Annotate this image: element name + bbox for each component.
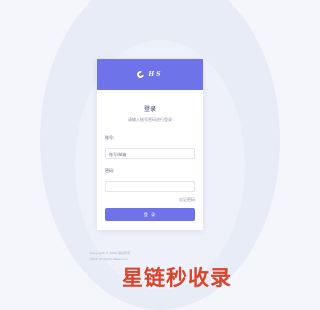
account-input[interactable] bbox=[105, 147, 195, 159]
card-header: HS bbox=[97, 59, 203, 90]
forgot-password-link[interactable]: 忘记密码 bbox=[97, 197, 195, 203]
logo-icon bbox=[136, 69, 146, 80]
logo-text: HS bbox=[148, 71, 163, 78]
footer: Copyright © 2020 版权所有 2020 All Rights Re… bbox=[90, 250, 210, 262]
account-label: 账号: bbox=[105, 135, 115, 140]
login-card: HS 登录 请输入账号密码进行登录 账号: 密码: 忘记密码 登 录 bbox=[97, 59, 203, 230]
login-title: 登录 bbox=[143, 106, 156, 113]
password-input[interactable] bbox=[105, 180, 195, 192]
login-button[interactable]: 登 录 bbox=[105, 208, 195, 221]
password-label: 密码: bbox=[105, 168, 115, 173]
watermark-logo: 星链秒收录 bbox=[122, 266, 232, 290]
login-subtitle: 请输入账号密码进行登录 bbox=[128, 117, 172, 122]
